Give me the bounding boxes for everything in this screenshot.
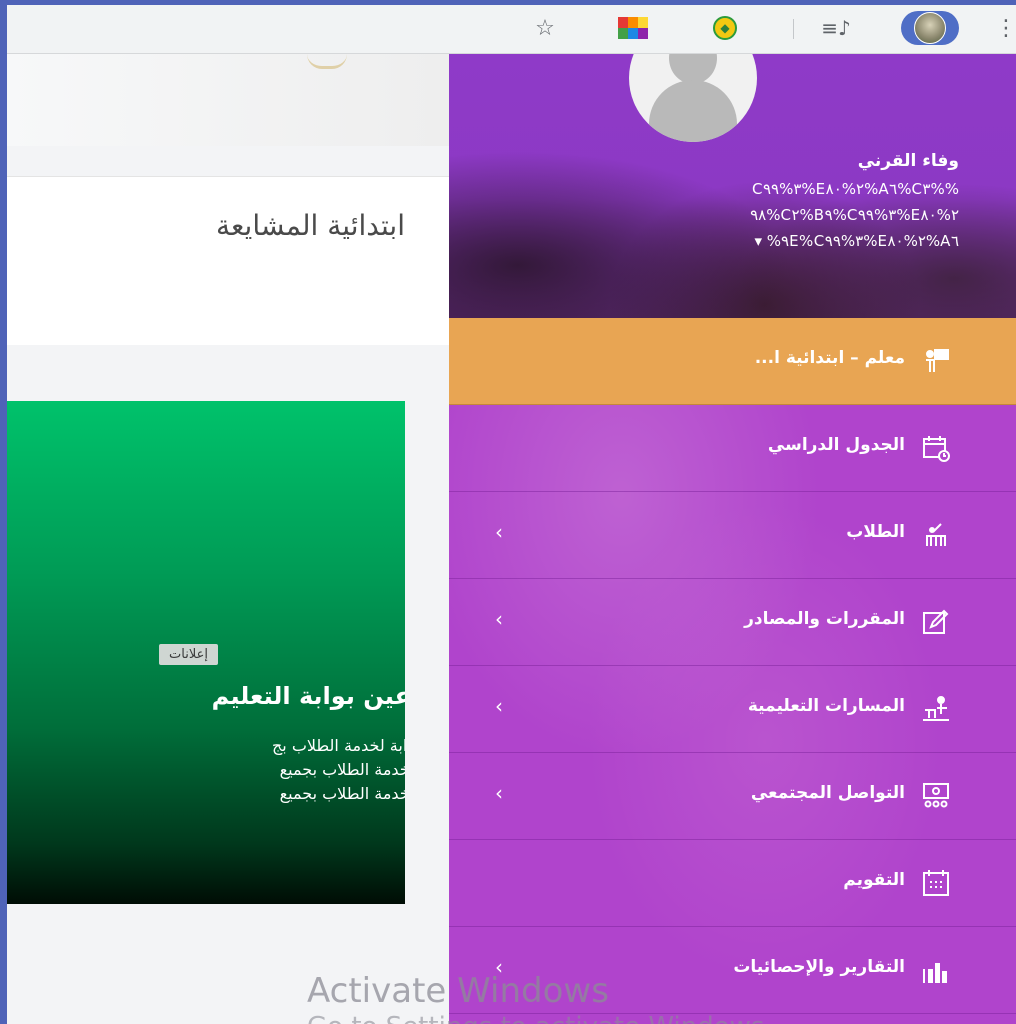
user-role-dropdown[interactable]: ▾ %٩E%C٣%٩٩%E٢%٨٠%A٦ (519, 232, 959, 250)
chevron-left-icon: ‹ (495, 520, 503, 544)
sidebar-item-label: المقررات والمصادر (744, 609, 905, 629)
sidebar-item-label: التقارير والإحصائيات (733, 957, 905, 977)
schedule-icon (923, 436, 950, 462)
sidebar-item-label: التواصل المجتمعي (750, 783, 905, 803)
announcement-text: وابة لخدمة الطلاب بج (271, 736, 405, 755)
announcement-text: لخدمة الطلاب بجميع (279, 760, 405, 779)
profile-avatar-icon[interactable] (893, 11, 967, 45)
school-name: ابتدائية المشايعة (216, 209, 405, 242)
sidebar-item-courses[interactable]: المقررات والمصادر ‹ (449, 579, 1016, 666)
sidebar-item-students[interactable]: الطلاب ‹ (449, 492, 1016, 579)
chevron-left-icon: ‹ (495, 694, 503, 718)
sidebar-item-calendar[interactable]: التقويم (449, 840, 1016, 927)
user-role-line: ٩٨%C٢%B٩%C٣%٩٩%E٢%٨٠ (750, 206, 959, 224)
user-role-line: C٣%٩٩%E٢%٨٠%A٦%C٣%% (751, 180, 959, 198)
user-name: وفاء القرني (857, 151, 959, 171)
calendar-icon (923, 870, 949, 896)
activation-watermark-subtext: Go to Settings to activate Windows. (307, 1012, 773, 1024)
media-queue-icon[interactable]: ≡♪ (819, 13, 853, 43)
star-icon[interactable]: ☆ (529, 13, 561, 43)
community-icon (923, 783, 949, 808)
chevron-left-icon: ‹ (495, 781, 503, 805)
header-banner (7, 54, 449, 146)
toolbar-separator (793, 19, 794, 39)
sidebar-item-label: معلم – ابتدائية ا... (754, 348, 905, 368)
reports-icon (923, 963, 947, 983)
teacher-icon (926, 349, 949, 372)
side-menu: وفاء القرني C٣%٩٩%E٢%٨٠%A٦%C٣%% ٩٨%C٢%B٩… (449, 54, 1016, 1024)
chevron-left-icon: ‹ (495, 607, 503, 631)
sidebar-item-label: التقويم (843, 870, 905, 890)
more-vert-icon[interactable]: ⋮ (995, 13, 1016, 43)
announcement-card[interactable]: إعلانات عين بوابة التعليم وابة لخدمة الط… (7, 401, 405, 904)
sidebar-item-teacher-role[interactable]: معلم – ابتدائية ا... (449, 318, 1016, 405)
sidebar-item-learning-paths[interactable]: المسارات التعليمية ‹ (449, 666, 1016, 753)
announcement-line: لخدمة الطلاب بجميع (7, 784, 405, 808)
courses-icon (923, 609, 949, 634)
paths-icon (923, 696, 949, 721)
screen-frame-left (0, 0, 7, 1024)
sidebar-item-schedule[interactable]: الجدول الدراسي (449, 405, 1016, 492)
announcement-text: لخدمة الطلاب بجميع (279, 784, 405, 803)
sidebar-item-community[interactable]: التواصل المجتمعي ‹ (449, 753, 1016, 840)
students-icon (926, 523, 946, 546)
extension-grid-icon[interactable] (615, 13, 651, 43)
logo (307, 54, 347, 69)
announcement-badge: إعلانات (159, 644, 218, 665)
announcement-title: عين بوابة التعليم (211, 682, 405, 710)
announcement-line: لخدمة الطلاب بجميع (7, 760, 405, 784)
announcement-line: وابة لخدمة الطلاب بج (7, 736, 405, 760)
sidebar-item-label: الطلاب (846, 522, 905, 542)
announcement-title-wrap: عين بوابة التعليم (7, 682, 405, 722)
sidebar-item-label: المسارات التعليمية (747, 696, 905, 716)
sidebar-item-label: الجدول الدراسي (767, 435, 905, 455)
browser-toolbar: ☆ ◆ ≡♪ ⋮ (7, 5, 1016, 54)
school-header: ابتدائية المشايعة (7, 176, 449, 345)
page-content: ابتدائية المشايعة إعلانات عين بوابة التع… (7, 54, 1016, 1024)
activation-watermark: Activate Windows (307, 971, 609, 1011)
extension-round-icon[interactable]: ◆ (707, 13, 743, 43)
